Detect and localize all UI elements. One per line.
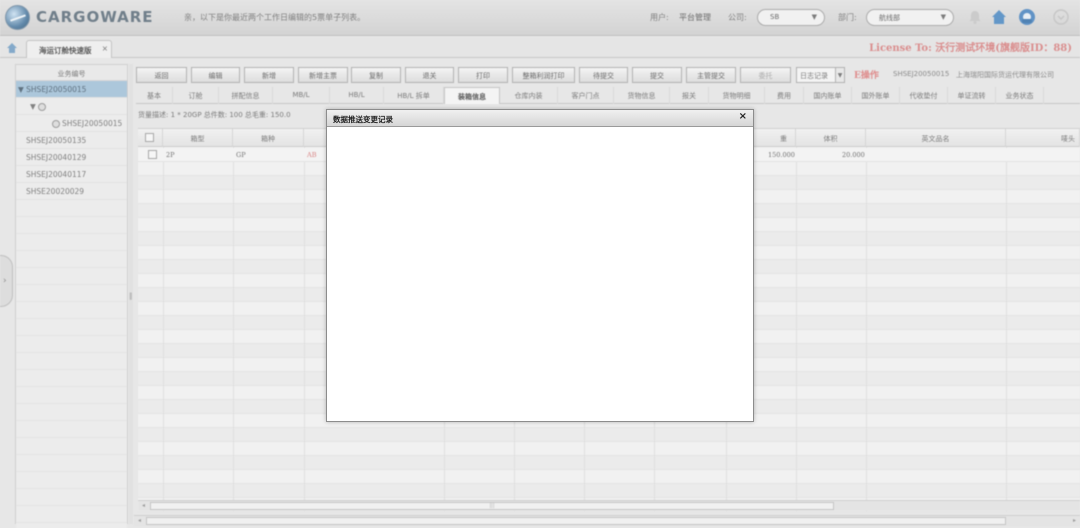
dialog-title-bar[interactable]: 数据推送变更记录 × xyxy=(327,110,753,127)
close-icon[interactable]: × xyxy=(739,111,747,122)
push-change-log-dialog: 数据推送变更记录 × xyxy=(326,109,754,422)
dialog-body xyxy=(327,127,753,421)
dialog-title: 数据推送变更记录 xyxy=(333,115,393,124)
